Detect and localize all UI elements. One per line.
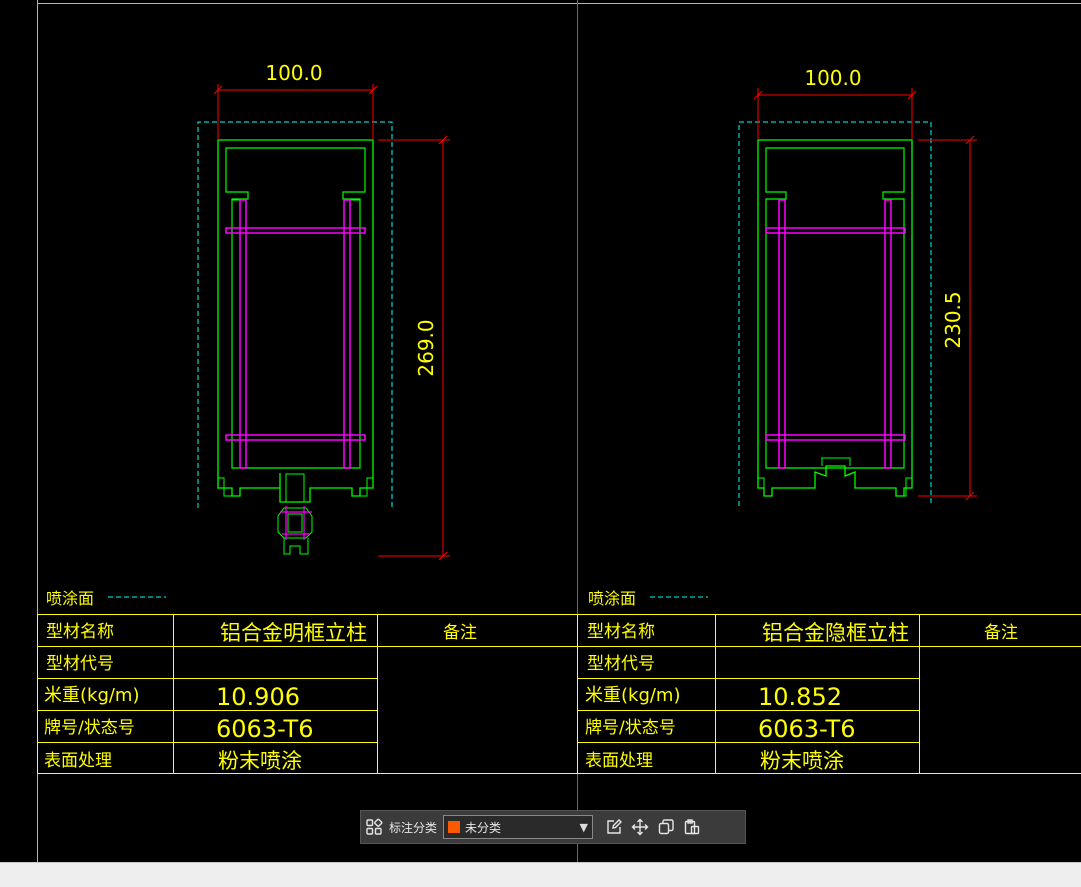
right-coating-label: 喷涂面	[588, 589, 636, 608]
right-name-value: 铝合金隐框立柱	[762, 621, 909, 645]
right-grade-label: 牌号/状态号	[585, 718, 676, 738]
left-grade-label: 牌号/状态号	[44, 718, 135, 738]
category-dropdown-value: 未分类	[465, 819, 580, 836]
left-dim-height: 269.0	[414, 319, 438, 376]
edit-icon[interactable]	[601, 814, 627, 840]
left-surface-label: 表面处理	[44, 751, 112, 771]
left-name-value: 铝合金明框立柱	[220, 621, 367, 645]
right-weight-value: 10.852	[758, 683, 842, 711]
right-profile-outline	[758, 140, 912, 496]
left-weight-value: 10.906	[216, 683, 300, 711]
right-coating-outline	[739, 122, 931, 506]
left-coating-outline	[198, 122, 392, 508]
right-grade-value: 6063-T6	[758, 715, 855, 743]
right-dim-width: 100.0	[804, 66, 861, 90]
copy-icon[interactable]	[653, 814, 679, 840]
category-label: 标注分类	[389, 819, 437, 836]
right-surface-label: 表面处理	[585, 751, 653, 771]
right-name-label: 型材名称	[587, 622, 655, 642]
right-surface-value: 粉末喷涂	[760, 749, 844, 773]
right-spec-table: 型材名称 铝合金隐框立柱 备注 型材代号 米重(kg/m) 10.852 牌号/…	[578, 615, 1081, 774]
left-spec-table: 型材名称 铝合金明框立柱 备注 型材代号 米重(kg/m) 10.906 牌号/…	[38, 615, 578, 774]
right-weight-label: 米重(kg/m)	[585, 685, 681, 706]
left-name-label: 型材名称	[46, 622, 114, 642]
cad-drawing-canvas[interactable]: 100.0 269.0 100.0 230.5 喷涂面 喷涂面 型材名称 铝合金…	[0, 0, 1081, 862]
category-color-swatch	[448, 821, 460, 833]
status-bar	[0, 862, 1081, 887]
left-dim-width: 100.0	[265, 61, 322, 85]
annotation-toolbar: 标注分类 未分类 ▼	[360, 810, 746, 844]
chevron-down-icon: ▼	[580, 821, 588, 834]
left-coating-label: 喷涂面	[46, 589, 94, 608]
left-profile-section	[198, 84, 450, 560]
left-profile-clip	[278, 508, 312, 554]
left-code-label: 型材代号	[46, 654, 114, 674]
left-grade-value: 6063-T6	[216, 715, 313, 743]
right-code-label: 型材代号	[587, 654, 655, 674]
right-dim-height: 230.5	[941, 291, 965, 348]
category-dropdown[interactable]: 未分类 ▼	[443, 815, 593, 839]
move-icon[interactable]	[627, 814, 653, 840]
right-remark-label: 备注	[984, 623, 1018, 643]
left-remark-label: 备注	[443, 623, 477, 643]
right-reinforcement	[766, 200, 905, 468]
frame-lines	[37, 0, 1081, 862]
left-weight-label: 米重(kg/m)	[44, 685, 140, 706]
left-reinforcement	[226, 200, 365, 468]
left-surface-value: 粉末喷涂	[218, 749, 302, 773]
layout-grid-icon[interactable]	[361, 814, 387, 840]
paste-icon[interactable]	[679, 814, 705, 840]
